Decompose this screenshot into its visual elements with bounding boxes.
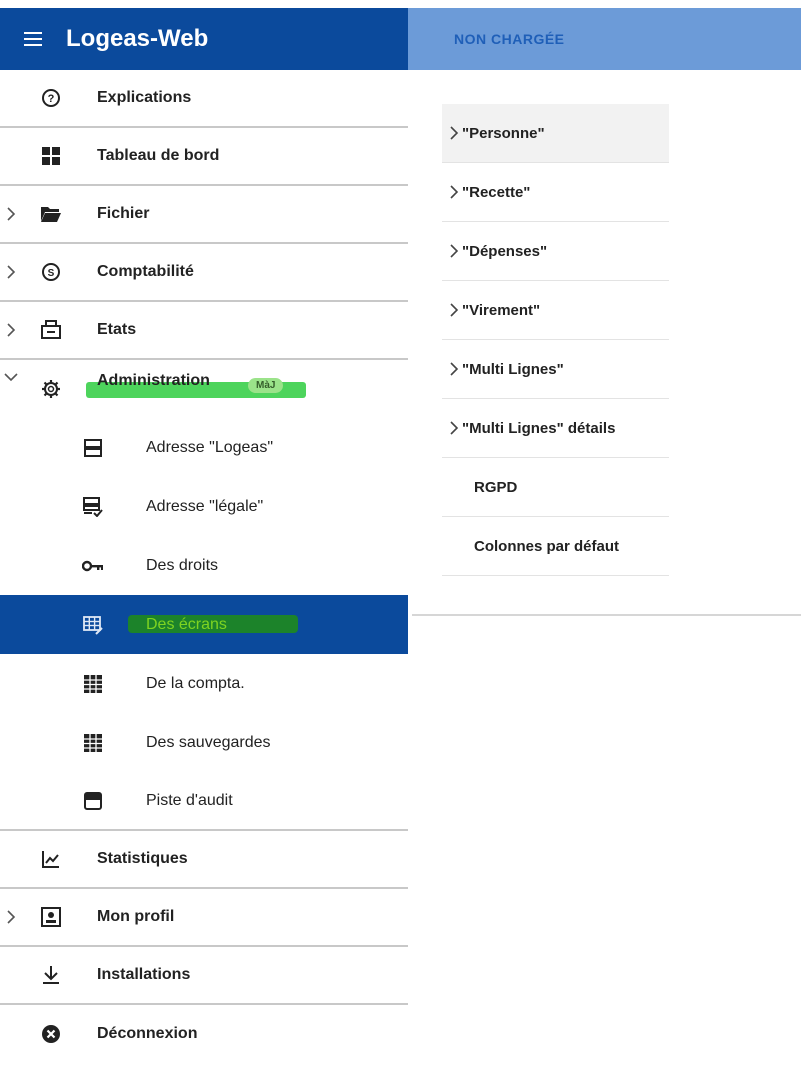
update-badge: MàJ xyxy=(248,378,284,393)
sidebar-item-fichier[interactable]: Fichier xyxy=(0,186,408,244)
chevron-right-icon xyxy=(448,362,460,376)
sidebar-item-label: Comptabilité xyxy=(97,263,194,280)
print-icon xyxy=(40,319,62,341)
list-item[interactable]: "Personne" xyxy=(442,104,669,163)
sidebar-subitem-adresse-legale[interactable]: Adresse "légale" xyxy=(0,477,408,536)
sidebar-subitem-label: Des sauvegardes xyxy=(146,733,271,751)
window-icon xyxy=(82,790,104,812)
status-bar: NON CHARGÉE xyxy=(408,8,801,70)
sidebar-item-label: Déconnexion xyxy=(97,1025,198,1042)
server-icon xyxy=(82,437,104,459)
list-item[interactable]: "Multi Lignes" xyxy=(442,340,669,399)
app-header: Logeas-Web xyxy=(0,8,408,70)
sidebar-item-label: Explications xyxy=(97,89,192,106)
sidebar-item-administration[interactable]: Administration MàJ xyxy=(0,360,408,418)
sidebar-subitem-des-ecrans[interactable]: Des écrans xyxy=(0,595,408,654)
sidebar-item-etats[interactable]: Etats xyxy=(0,302,408,360)
profile-card-icon xyxy=(40,906,62,928)
grid-edit-icon xyxy=(82,614,104,636)
server-check-icon xyxy=(82,496,104,518)
sidebar-item-explications[interactable]: ? Explications xyxy=(0,70,408,128)
screens-list: "Personne" "Recette" "Dépenses" "Viremen… xyxy=(442,104,669,576)
grid-icon xyxy=(82,732,104,754)
list-item[interactable]: RGPD xyxy=(442,458,669,517)
sidebar-subitem-adresse-logeas[interactable]: Adresse "Logeas" xyxy=(0,418,408,477)
sidebar-subitem-des-sauvegardes[interactable]: Des sauvegardes xyxy=(0,713,408,772)
sidebar-item-label: Tableau de bord xyxy=(97,147,220,164)
grid-icon xyxy=(82,673,104,695)
chevron-right-icon xyxy=(4,323,18,337)
sidebar-subitem-de-la-compta[interactable]: De la compta. xyxy=(0,654,408,713)
svg-text:S: S xyxy=(48,268,55,279)
sidebar-item-label: Administration xyxy=(97,372,210,389)
gear-icon xyxy=(40,378,62,400)
chevron-right-icon xyxy=(448,303,460,317)
list-item-label: "Virement" xyxy=(462,301,541,319)
sidebar-subitem-label: Adresse "Logeas" xyxy=(146,438,273,456)
sidebar-item-installations[interactable]: Installations xyxy=(0,947,408,1005)
help-circle-icon: ? xyxy=(40,87,62,109)
app-title: Logeas-Web xyxy=(66,25,209,52)
list-item[interactable]: "Multi Lignes" détails xyxy=(442,399,669,458)
list-item-label: "Multi Lignes" détails xyxy=(462,419,616,437)
sidebar-item-tableau-de-bord[interactable]: Tableau de bord xyxy=(0,128,408,186)
sidebar-item-label: Statistiques xyxy=(97,850,188,867)
sidebar-subitem-label: Des droits xyxy=(146,556,219,574)
sidebar-item-label: Installations xyxy=(97,966,191,983)
chevron-right-icon xyxy=(4,265,18,279)
list-item[interactable]: "Virement" xyxy=(442,281,669,340)
dashboard-icon xyxy=(40,145,62,167)
list-item-label: "Multi Lignes" xyxy=(462,360,564,378)
sidebar-subitem-label: Des écrans xyxy=(146,615,227,633)
list-item-label: RGPD xyxy=(474,478,518,496)
list-item-label: "Recette" xyxy=(462,183,531,201)
chevron-right-icon xyxy=(448,421,460,435)
sidebar-item-label: Etats xyxy=(97,321,137,338)
cancel-circle-icon xyxy=(40,1023,62,1045)
chevron-right-icon xyxy=(4,910,18,924)
sidebar-item-label: Mon profil xyxy=(97,908,175,925)
screens-panel: "Personne" "Recette" "Dépenses" "Viremen… xyxy=(412,70,801,616)
list-item-label: "Personne" xyxy=(462,124,545,142)
sidebar-item-label: Fichier xyxy=(97,205,150,222)
sidebar-item-mon-profil[interactable]: Mon profil xyxy=(0,889,408,947)
list-item[interactable]: "Recette" xyxy=(442,163,669,222)
chevron-right-icon xyxy=(4,207,18,221)
sidebar: ? Explications Tableau de bord Fichier S… xyxy=(0,70,408,1063)
chevron-down-icon xyxy=(4,370,18,384)
sidebar-subitem-label: Piste d'audit xyxy=(146,791,233,809)
chevron-right-icon xyxy=(448,244,460,258)
load-status: NON CHARGÉE xyxy=(454,31,565,47)
list-item[interactable]: "Dépenses" xyxy=(442,222,669,281)
list-item[interactable]: Colonnes par défaut xyxy=(442,517,669,576)
list-item-label: Colonnes par défaut xyxy=(474,537,620,555)
sidebar-subitem-des-droits[interactable]: Des droits xyxy=(0,536,408,595)
svg-text:?: ? xyxy=(48,93,55,105)
sidebar-item-deconnexion[interactable]: Déconnexion xyxy=(0,1005,408,1063)
sidebar-subitem-label: Adresse "légale" xyxy=(146,497,264,515)
sidebar-subitem-label: De la compta. xyxy=(146,674,245,692)
sidebar-subitem-piste-audit[interactable]: Piste d'audit xyxy=(0,772,408,831)
chart-line-icon xyxy=(40,848,62,870)
download-icon xyxy=(40,964,62,986)
sidebar-item-comptabilite[interactable]: S Comptabilité xyxy=(0,244,408,302)
chevron-right-icon xyxy=(448,185,460,199)
dollar-circle-icon: S xyxy=(40,261,62,283)
sidebar-item-statistiques[interactable]: Statistiques xyxy=(0,831,408,889)
hamburger-menu-icon[interactable] xyxy=(0,32,66,46)
folder-open-icon xyxy=(40,203,62,225)
list-item-label: "Dépenses" xyxy=(462,242,548,260)
key-icon xyxy=(82,555,104,577)
chevron-right-icon xyxy=(448,126,460,140)
